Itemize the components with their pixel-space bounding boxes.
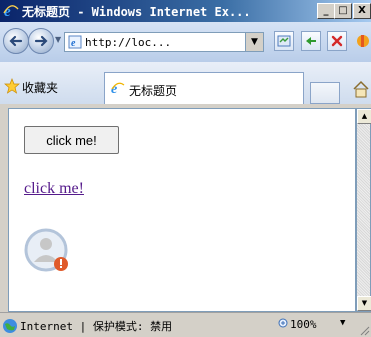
minimize-button[interactable]: _ [317,3,335,19]
favorites-button[interactable]: 收藏夹 [22,79,58,96]
svg-text:e: e [71,38,76,49]
refresh-button[interactable] [301,31,321,51]
new-tab-button[interactable] [310,82,340,104]
forward-arrow-icon [34,35,48,47]
compatibility-view-icon [277,35,291,47]
click-me-button[interactable]: click me! [24,126,119,154]
status-bar: Internet | 保护模式: 禁用 100% ▼ [0,312,371,337]
ie-logo-icon: e [3,4,19,19]
stop-icon [331,35,343,47]
scroll-down-button[interactable]: ▼ [357,296,371,311]
close-button[interactable]: X [353,3,371,19]
window-title: 无标题页 - Windows Internet Ex... [22,5,251,19]
scroll-up-button[interactable]: ▲ [357,109,371,124]
address-bar[interactable]: e ▼ [64,32,264,52]
back-button[interactable] [3,28,29,54]
vertical-scrollbar[interactable]: ▲ ▼ [356,108,371,312]
globe-icon [3,319,17,333]
back-arrow-icon [9,35,23,47]
forward-button[interactable] [28,28,54,54]
history-dropdown-icon[interactable]: ▼ [55,35,63,44]
navigation-bar: ▼ e ▼ [0,22,371,62]
title-bar: e 无标题页 - Windows Internet Ex... _ □ X [0,0,371,22]
resize-grip-icon[interactable] [358,324,370,336]
tab-current[interactable]: e 无标题页 [104,72,304,104]
favorites-bar: 收藏夹 e 无标题页 [0,62,371,104]
tab-title: 无标题页 [129,84,178,98]
compatibility-view-button[interactable] [274,31,294,51]
address-input[interactable] [85,34,235,50]
click-me-link[interactable]: click me! [24,180,84,198]
stop-button[interactable] [327,31,347,51]
search-provider-icon[interactable] [355,32,371,50]
zoom-control[interactable]: 100% ▼ [270,316,360,334]
refresh-icon [306,37,316,45]
zoom-level: 100% [290,318,317,331]
zoom-icon [278,318,288,328]
home-icon[interactable] [352,80,370,98]
user-avatar-error-icon [24,228,68,272]
address-dropdown-button[interactable]: ▼ [245,33,263,51]
page-icon: e [68,35,82,49]
maximize-button[interactable]: □ [334,3,352,19]
status-text: Internet | 保护模式: 禁用 [20,320,173,333]
star-icon [4,78,20,94]
zoom-dropdown-icon[interactable]: ▼ [340,318,345,328]
ie-page-icon: e [111,82,125,95]
